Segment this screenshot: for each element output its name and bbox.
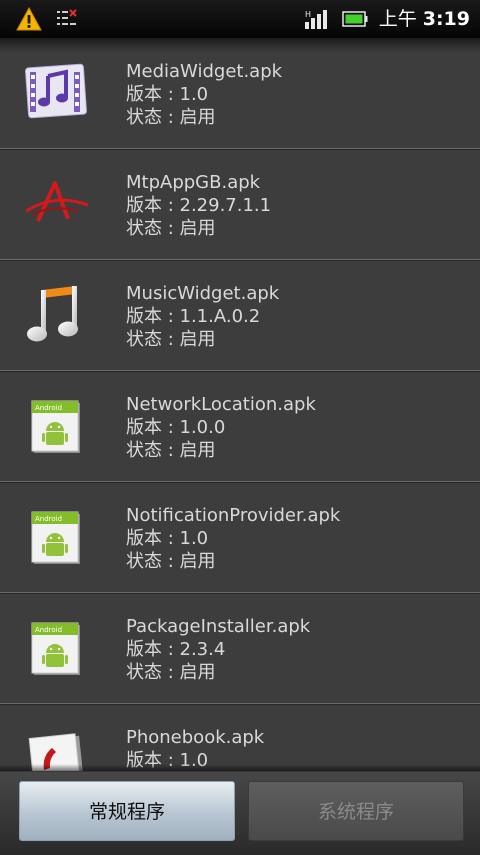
signal-icon: H — [305, 10, 327, 29]
list-item[interactable]: MusicWidget.apk 版本 : 1.1.A.0.2 状态 : 启用 — [0, 260, 480, 371]
app-version: 版本 : 2.29.7.1.1 — [126, 195, 272, 216]
app-list[interactable]: MediaWidget.apk 版本 : 1.0 状态 : 启用 MtpAppG… — [0, 38, 480, 771]
svg-text:H: H — [305, 10, 311, 19]
svg-text:Android: Android — [35, 404, 62, 412]
app-name: NotificationProvider.apk — [126, 505, 341, 526]
status-bar: H 上午 3:19 — [0, 0, 480, 38]
svg-text:Android: Android — [35, 626, 62, 634]
app-info: NetworkLocation.apk 版本 : 1.0.0 状态 : 启用 — [126, 393, 316, 462]
notification-icon[interactable] — [56, 8, 78, 30]
app-info: MtpAppGB.apk 版本 : 2.29.7.1.1 状态 : 启用 — [126, 171, 271, 240]
bottom-tab-bar: 常规程序 系统程序 — [0, 764, 480, 855]
app-status: 状态 : 启用 — [126, 662, 216, 683]
list-item[interactable]: Android PackageInstaller.apk 版本 : 2.3.4 … — [0, 593, 480, 704]
app-version: 版本 : 1.0.0 — [126, 417, 226, 438]
app-version: 版本 : 2.3.4 — [126, 639, 226, 660]
app-info: PackageInstaller.apk 版本 : 2.3.4 状态 : 启用 — [126, 615, 310, 684]
clock-ampm: 上午 — [378, 8, 417, 30]
android-app-icon: Android — [31, 511, 80, 564]
svg-text:Android: Android — [35, 515, 62, 523]
music-note-icon — [27, 286, 78, 342]
app-info: MediaWidget.apk 版本 : 1.0 状态 : 启用 — [126, 60, 282, 129]
list-item[interactable]: Android NetworkLocation.apk 版本 : 1.0.0 状… — [0, 371, 480, 482]
clock-time: 3:19 — [422, 8, 470, 30]
app-name: PackageInstaller.apk — [126, 616, 311, 637]
warning-icon[interactable] — [16, 7, 42, 31]
list-item[interactable]: MtpAppGB.apk 版本 : 2.29.7.1.1 状态 : 启用 — [0, 149, 480, 260]
status-clock: 上午 3:19 — [379, 6, 470, 32]
regular-apps-button[interactable]: 常规程序 — [19, 781, 235, 841]
app-version: 版本 : 1.1.A.0.2 — [126, 306, 261, 327]
list-item[interactable]: Phonebook.apk 版本 : 1.0 — [0, 704, 480, 771]
app-name: MediaWidget.apk — [126, 61, 283, 82]
app-status: 状态 : 启用 — [126, 329, 216, 350]
battery-icon — [342, 11, 368, 27]
app-status: 状态 : 启用 — [126, 107, 216, 128]
app-status: 状态 : 启用 — [126, 440, 216, 461]
list-item[interactable]: MediaWidget.apk 版本 : 1.0 状态 : 启用 — [0, 38, 480, 149]
app-name: MtpAppGB.apk — [126, 172, 261, 193]
android-app-icon: Android — [31, 400, 80, 453]
app-info: MusicWidget.apk 版本 : 1.1.A.0.2 状态 : 启用 — [126, 282, 279, 351]
app-version: 版本 : 1.0 — [126, 84, 209, 105]
app-name: MusicWidget.apk — [126, 283, 280, 304]
system-apps-button[interactable]: 系统程序 — [248, 781, 464, 841]
android-app-icon: Android — [31, 622, 80, 675]
media-widget-icon — [25, 63, 87, 119]
app-name: NetworkLocation.apk — [126, 394, 316, 415]
list-item[interactable]: Android NotificationProvider.apk 版本 : 1.… — [0, 482, 480, 593]
app-status: 状态 : 启用 — [126, 551, 216, 572]
app-status: 状态 : 启用 — [126, 218, 216, 239]
app-info: NotificationProvider.apk 版本 : 1.0 状态 : 启… — [126, 504, 340, 573]
app-version: 版本 : 1.0 — [126, 528, 209, 549]
mtp-app-icon — [25, 181, 88, 222]
app-name: Phonebook.apk — [126, 727, 265, 748]
